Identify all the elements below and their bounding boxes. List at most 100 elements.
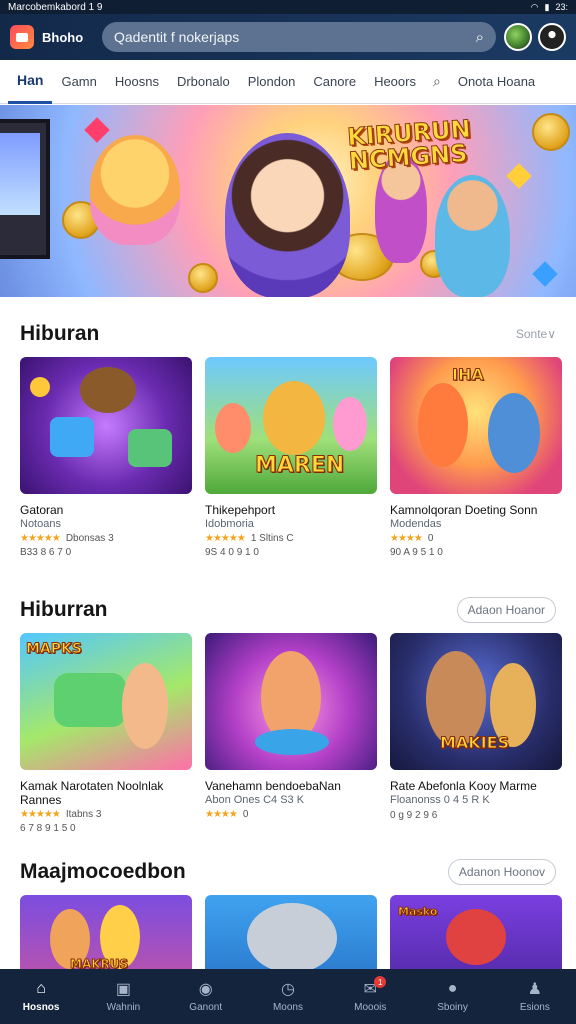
- game-thumbnail[interactable]: [205, 633, 377, 770]
- character-illustration: [122, 663, 168, 749]
- tablet-illustration: [128, 429, 172, 467]
- game-card[interactable]: IHA Kamnolqoran Doeting Sonn Modendas ★★…: [390, 357, 562, 558]
- nav-label: Esions: [519, 1002, 550, 1013]
- section-title: Hiburran: [20, 598, 108, 621]
- character-illustration: [488, 393, 540, 473]
- star-rating-icon: ★★★★★: [20, 809, 61, 820]
- search-icon[interactable]: ⌕: [476, 29, 484, 46]
- card-rating: ★★★★★ Itabns 3: [20, 809, 192, 820]
- game-logo: Masko: [398, 905, 438, 919]
- coin-icon: [30, 377, 50, 397]
- star-rating-icon: ★★★★★: [20, 533, 61, 544]
- tab-hoosns[interactable]: Hoosns: [106, 60, 168, 104]
- game-thumbnail[interactable]: MAREN: [205, 357, 377, 494]
- section-header: Maajmocoedbon Adanon Hoonov: [0, 855, 576, 889]
- category-tabs: Han Gamn Hoosns Drbonalo Plondon Canore …: [0, 60, 576, 104]
- tab-heoors[interactable]: Heoors: [365, 60, 425, 104]
- card-title: Kamnolqoran Doeting Sonn: [390, 503, 538, 517]
- card-row: Gatoran Notoans ★★★★★ Dbonsas 3 B33 8 6 …: [0, 357, 576, 558]
- card-meta: 6 7 8 9 1 5 0: [20, 823, 76, 834]
- card-row: MAPKS Kamak Narotaten Noolnlak Rannes ★★…: [0, 633, 576, 834]
- star-rating-icon: ★★★★: [390, 533, 423, 544]
- hero-title-line2: NCMGNS: [348, 139, 469, 176]
- card-meta: 9S 4 0 9 1 0: [205, 547, 259, 558]
- boy-character: [435, 175, 510, 297]
- wifi-icon: ◠: [530, 1, 539, 12]
- character-illustration: [263, 381, 325, 455]
- card-rating: ★★★★ 0: [205, 809, 377, 820]
- robot-illustration: [247, 903, 337, 973]
- game-thumbnail[interactable]: IHA: [390, 357, 562, 494]
- tab-drbonalo[interactable]: Drbonalo: [168, 60, 239, 104]
- home-icon: ⌂: [36, 980, 46, 997]
- card-subtitle: Abon Ones C4 S3 K: [205, 794, 305, 806]
- game-thumbnail[interactable]: MAPKS: [20, 633, 192, 770]
- nav-messages[interactable]: ✉ 1 Mooois: [330, 976, 410, 1013]
- gem-icon: [532, 261, 558, 287]
- card-subtitle: Floanonss 0 4 5 R K: [390, 794, 490, 806]
- rating-text: 0: [242, 809, 249, 820]
- section-header: Hiburran Adaon Hoanor: [0, 593, 576, 627]
- tab-gamn[interactable]: Gamn: [52, 60, 105, 104]
- search-icon[interactable]: ⌕: [425, 73, 449, 90]
- character-illustration: [80, 367, 136, 413]
- game-logo: MAPKS: [26, 641, 83, 658]
- top-bar: Bhoho Qadentit f nokerjaps ⌕: [0, 14, 576, 60]
- card-rating: ★★★★★ Dbonsas 3: [20, 533, 192, 544]
- game-card[interactable]: Gatoran Notoans ★★★★★ Dbonsas 3 B33 8 6 …: [20, 357, 192, 558]
- see-more-link[interactable]: Sonte∨: [516, 327, 556, 341]
- game-logo: IHA: [452, 365, 485, 385]
- nav-explore[interactable]: ◉ Ganont: [166, 980, 246, 1013]
- game-card[interactable]: MAPKS Kamak Narotaten Noolnlak Rannes ★★…: [20, 633, 192, 834]
- game-card[interactable]: MAKIES Rate Abefonla Kooy Marme Floanons…: [390, 633, 562, 834]
- nav-history[interactable]: ◷ Moons: [248, 980, 328, 1013]
- card-title: Kamak Narotaten Noolnlak Rannes: [20, 779, 164, 807]
- user-icon: ♟: [527, 981, 542, 998]
- gem-icon: [506, 163, 532, 189]
- app-logo-icon[interactable]: [10, 25, 34, 49]
- profile-avatar[interactable]: [538, 23, 566, 51]
- tablet-illustration: [50, 417, 94, 457]
- nav-games[interactable]: ▣ Wahnin: [83, 980, 163, 1013]
- battery-icon: ▮: [544, 1, 550, 12]
- nav-location[interactable]: ● Sboiny: [413, 980, 493, 1013]
- game-card[interactable]: MAREN Thikepehport Idobmoria ★★★★★ 1 Slt…: [205, 357, 377, 558]
- bottom-navigation: ⌂ Hosnos ▣ Wahnin ◉ Ganont ◷ Moons ✉ 1 M…: [0, 969, 576, 1024]
- cat-character: [90, 135, 180, 245]
- tab-onota-hoana[interactable]: Onota Hoana: [449, 60, 544, 104]
- hero-title: KIRURUN NCMGNS: [346, 114, 473, 176]
- character-illustration: [333, 397, 367, 451]
- star-icon: [84, 117, 110, 143]
- section-title: Maajmocoedbon: [20, 860, 186, 883]
- status-time: 23:: [555, 1, 568, 12]
- avatar-group: [504, 23, 566, 51]
- game-logo: MAREN: [254, 453, 345, 479]
- rating-text: Dbonsas 3: [65, 533, 114, 544]
- search-input[interactable]: Qadentit f nokerjaps ⌕: [102, 22, 496, 52]
- rating-text: 0: [427, 533, 434, 544]
- gamepad-icon: ▣: [115, 981, 131, 998]
- nav-label: Wahnin: [106, 1002, 141, 1013]
- status-bar: Marcobemkabord 1 9 ◠ ▮ 23:: [0, 0, 576, 14]
- star-rating-icon: ★★★★★: [205, 533, 246, 544]
- tab-plondon[interactable]: Plondon: [239, 60, 305, 104]
- see-more-button[interactable]: Adanon Hoonov: [447, 859, 556, 885]
- nav-home[interactable]: ⌂ Hosnos: [1, 980, 81, 1013]
- game-thumbnail[interactable]: MAKIES: [390, 633, 562, 770]
- card-title: Gatoran: [20, 503, 64, 517]
- card-subtitle: Idobmoria: [205, 518, 254, 530]
- game-thumbnail[interactable]: [20, 357, 192, 494]
- compass-icon: ◉: [198, 981, 213, 998]
- hero-banner[interactable]: KIRURUN NCMGNS: [0, 105, 576, 297]
- card-subtitle: Modendas: [390, 518, 442, 530]
- see-more-button[interactable]: Adaon Hoanor: [456, 597, 556, 623]
- tab-canore[interactable]: Canore: [304, 60, 365, 104]
- tab-han[interactable]: Han: [8, 60, 53, 104]
- coin-icon: [188, 263, 218, 293]
- game-card[interactable]: Vanehamn bendoebaNan Abon Ones C4 S3 K ★…: [205, 633, 377, 834]
- avatar[interactable]: [504, 23, 532, 51]
- card-rating: ★★★★★ 1 Sltins C: [205, 533, 377, 544]
- nav-label: Sboiny: [437, 1002, 468, 1013]
- nav-profile[interactable]: ♟ Esions: [495, 980, 575, 1013]
- card-subtitle: Notoans: [20, 518, 61, 530]
